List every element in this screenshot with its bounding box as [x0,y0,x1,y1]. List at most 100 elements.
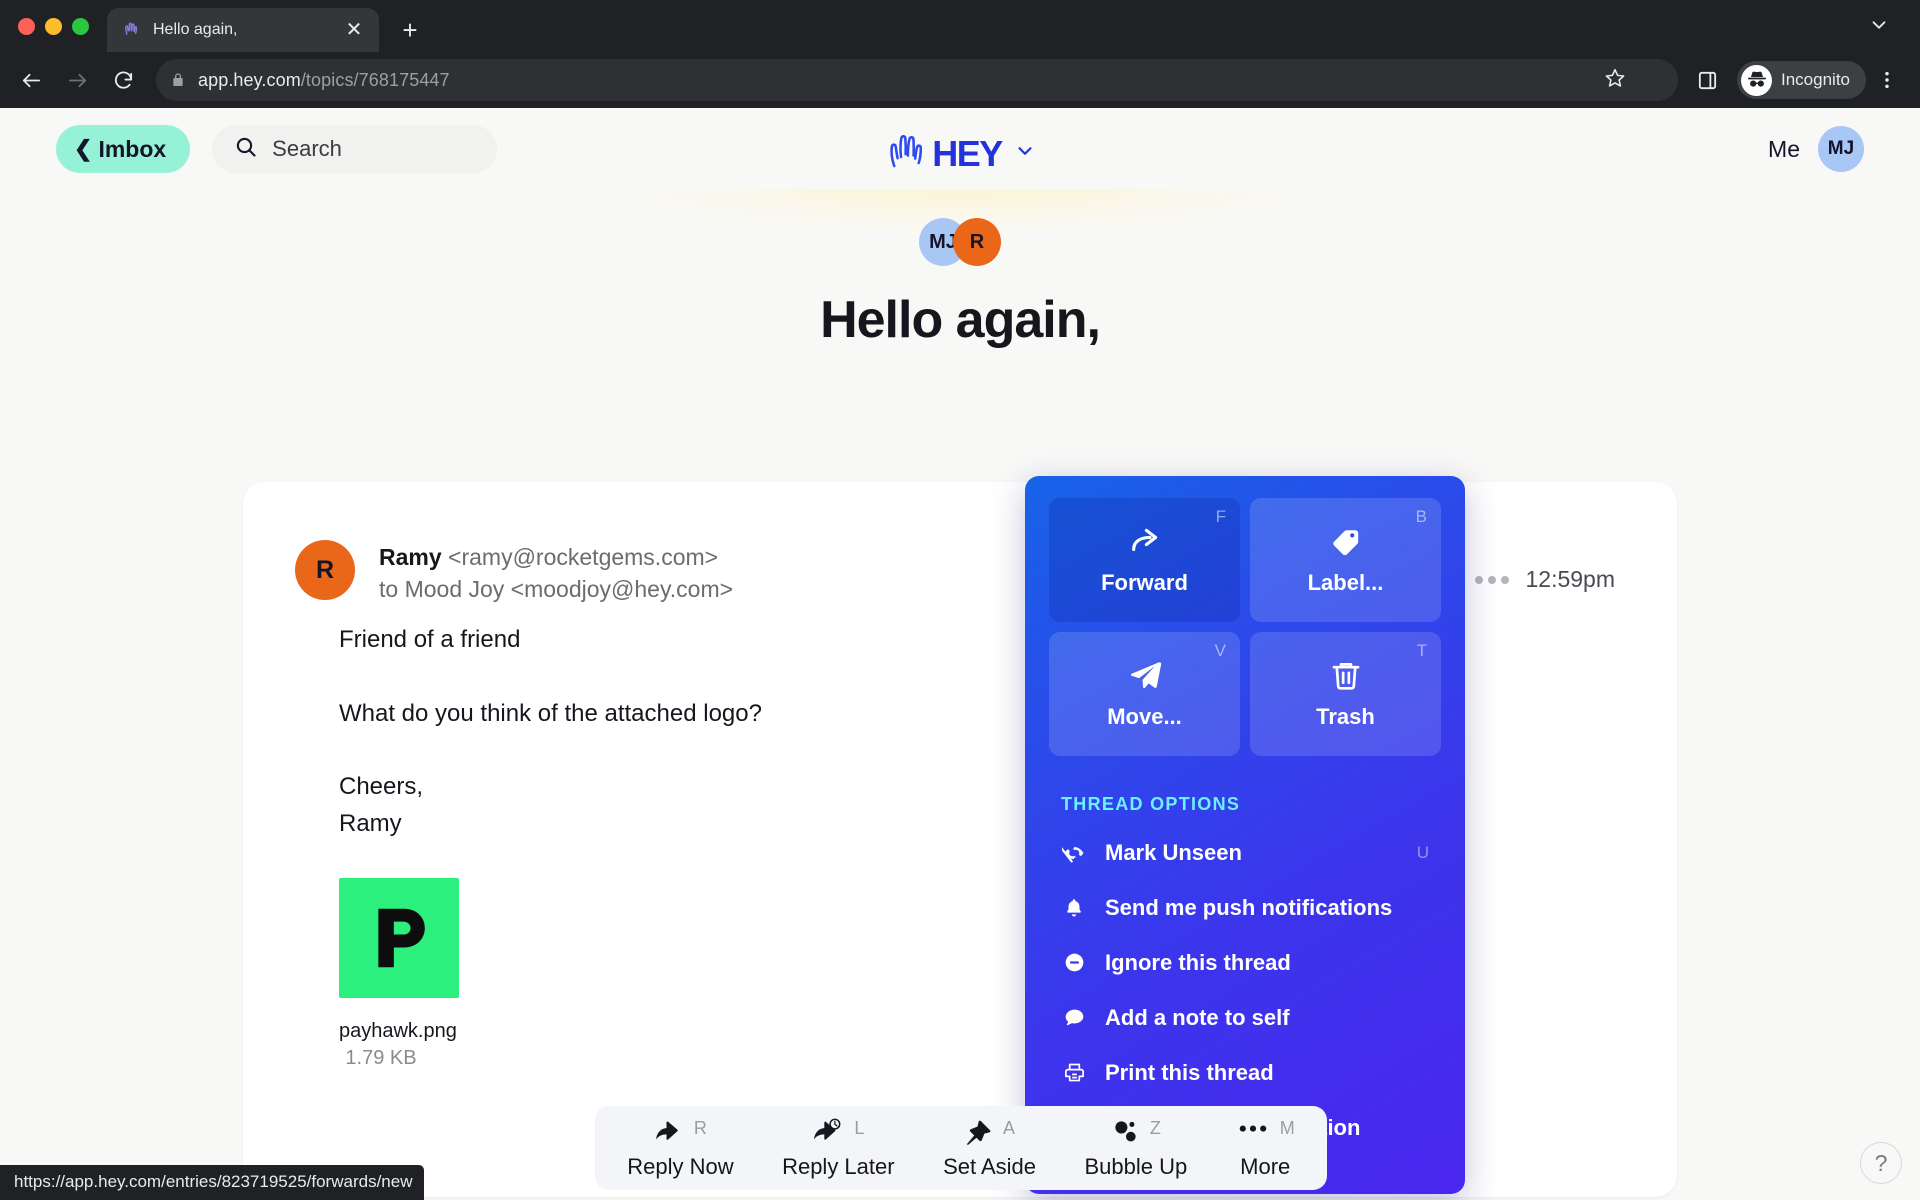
sender-address: <ramy@rocketgems.com> [448,544,719,570]
email-signoff: Cheers, [339,772,424,800]
page-title: Hello again, [820,291,1101,349]
back-button[interactable] [10,59,52,101]
message-timestamp: 12:59pm [1525,566,1615,592]
menu-item-mark-unseen[interactable]: Mark Unseen U [1025,825,1465,880]
forward-button[interactable]: F Forward [1049,498,1240,622]
three-dots-horizontal-icon[interactable] [1475,575,1510,584]
url-host: app.hey.com [198,69,301,90]
shortcut-key: T [1416,641,1427,660]
hey-hand-icon [121,20,141,40]
shortcut-key: F [1215,507,1226,526]
chevron-down-icon[interactable] [1014,140,1036,168]
button-label: Move... [1107,704,1182,729]
menu-item-push-notifications[interactable]: Send me push notifications [1025,880,1465,935]
recipient-line: to Mood Joy <moodjoy@hey.com> [379,575,734,602]
hey-logo[interactable]: HEY [884,130,1036,177]
forward-arrow-icon [1128,524,1162,558]
tab-strip: Hello again, ✕ + [0,0,1920,52]
help-button[interactable]: ? [1860,1142,1902,1184]
menu-item-print-thread[interactable]: Print this thread [1025,1045,1465,1100]
bubble-up-button[interactable]: Z Bubble Up [1070,1116,1201,1180]
close-icon[interactable]: ✕ [343,19,365,41]
menu-item-label: Send me push notifications [1105,894,1393,920]
minimize-window-button[interactable] [45,17,62,35]
menu-item-label: Mark Unseen [1105,839,1242,865]
address-bar[interactable]: app.hey.com/topics/768175447 [156,59,1678,101]
header-right: Me MJ [1768,126,1864,172]
email-signoff-name: Ramy [339,810,402,838]
close-window-button[interactable] [18,17,35,35]
chevron-down-icon[interactable] [1868,14,1890,42]
trash-button[interactable]: T Trash [1250,632,1441,756]
reply-later-button[interactable]: L Reply Later [768,1116,909,1180]
eye-slash-icon [1061,841,1087,865]
search-icon [234,135,258,164]
attachment[interactable]: payhawk.png 1.79 KB [243,878,459,1070]
email-paragraph: Friend of a friend [339,626,521,654]
hey-hand-icon [884,130,930,177]
three-dots-horizontal-icon [1236,1116,1270,1148]
shortcut-key: U [1416,842,1429,862]
menu-item-label: Add a note to self [1105,1004,1290,1030]
button-label: Bubble Up [1084,1154,1188,1179]
reload-button[interactable] [102,59,144,101]
bell-icon [1061,897,1087,919]
browser-tab[interactable]: Hello again, ✕ [107,8,379,52]
menu-item-label: Print this thread [1105,1059,1274,1085]
bottom-action-toolbar: R Reply Now L Reply Later A Set Aside Z … [595,1106,1327,1190]
window-traffic-lights [18,0,107,52]
attachment-size: 1.79 KB [345,1047,417,1070]
avatar: R [295,540,355,600]
avatar[interactable]: MJ [1818,126,1864,172]
three-dots-vertical-icon[interactable] [1870,59,1904,101]
trash-icon [1329,658,1363,692]
shortcut-key: B [1415,507,1427,526]
button-label: Reply Now [627,1154,734,1179]
paper-plane-icon [1128,658,1162,692]
shortcut-key: V [1214,641,1226,660]
reply-clock-icon [812,1116,844,1148]
avatar: R [953,218,1001,266]
more-button[interactable]: M More [1222,1116,1309,1180]
page-viewport: ❮ Imbox Search HEY Me MJ MJ R Hello agai… [0,108,1920,1200]
button-label: More [1240,1154,1291,1179]
hey-wordmark: HEY [932,132,1003,174]
menu-item-ignore-thread[interactable]: Ignore this thread [1025,935,1465,990]
printer-icon [1061,1061,1087,1084]
attachment-thumbnail[interactable] [339,878,459,999]
label-button[interactable]: B Label... [1250,498,1441,622]
sender-name: Ramy [379,544,442,570]
maximize-window-button[interactable] [72,17,89,35]
thread-options-heading: THREAD OPTIONS [1061,794,1241,814]
star-icon[interactable] [1604,67,1626,94]
incognito-profile-chip[interactable]: Incognito [1737,61,1866,99]
sender-info: Ramy <ramy@rocketgems.com> to Mood Joy <… [379,540,733,605]
bubbles-icon [1111,1116,1140,1148]
move-button[interactable]: V Move... [1049,632,1240,756]
search-input[interactable]: Search [212,125,498,173]
imbox-back-button[interactable]: ❮ Imbox [56,125,191,173]
me-label[interactable]: Me [1768,136,1800,163]
url-text: app.hey.com/topics/768175447 [198,70,450,91]
menu-item-add-note[interactable]: Add a note to self [1025,990,1465,1045]
button-label: Label... [1307,570,1384,595]
side-panel-icon[interactable] [1688,69,1727,92]
browser-chrome: Hello again, ✕ + app.hey.com/topics/7681… [0,0,1920,108]
button-label: Trash [1316,704,1375,729]
incognito-hat-icon [1741,64,1772,96]
shortcut-key: R [693,1118,707,1138]
button-label: Forward [1101,570,1188,595]
omnibox-row: app.hey.com/topics/768175447 Incognito [0,52,1920,108]
more-menu-panel: F Forward B Label... V Move... T Trash T… [1025,476,1465,1194]
speech-bubble-icon [1061,1006,1087,1029]
pin-icon [964,1116,993,1148]
set-aside-button[interactable]: A Set Aside [929,1116,1050,1180]
shortcut-key: M [1279,1118,1295,1138]
forward-button[interactable] [56,59,98,101]
shortcut-key: Z [1149,1118,1161,1138]
sender-line: Ramy <ramy@rocketgems.com> [379,542,733,574]
reply-now-button[interactable]: R Reply Now [613,1116,747,1180]
new-tab-button[interactable]: + [389,8,431,52]
app-header: ❮ Imbox Search HEY Me MJ [0,108,1920,190]
tag-icon [1329,524,1363,558]
